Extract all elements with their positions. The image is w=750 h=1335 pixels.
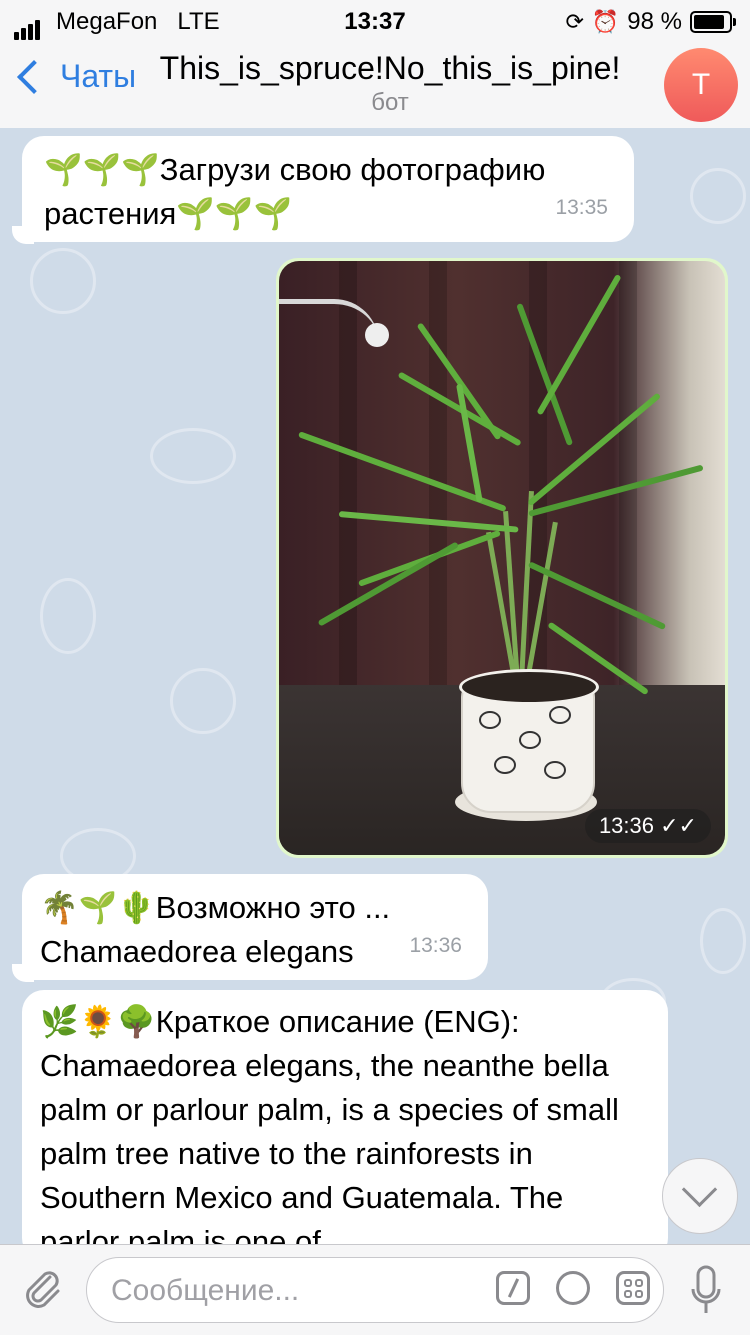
avatar[interactable]: T — [664, 48, 738, 122]
plant-emoji: 🌱🌱🌱 — [176, 196, 293, 232]
paperclip-icon[interactable] — [20, 1265, 64, 1309]
battery-icon — [690, 11, 736, 33]
chat-header: Чаты This_is_spruce!No_this_is_pine! бот… — [0, 40, 750, 129]
message-time: 13:36 — [598, 813, 654, 838]
chat-title: This_is_spruce!No_this_is_pine! — [159, 50, 621, 86]
back-button[interactable]: Чаты — [14, 58, 136, 95]
message-placeholder: Сообщение... — [111, 1274, 300, 1307]
message-time: 13:35 — [555, 196, 608, 219]
input-bar: Сообщение... — [0, 1244, 750, 1335]
chat-title-area[interactable]: This_is_spruce!No_this_is_pine! бот — [140, 50, 640, 117]
plant-photo[interactable]: 13:36 ✓✓ — [279, 261, 725, 855]
message-text: растения — [44, 196, 177, 231]
read-checkmarks-icon: ✓✓ — [660, 814, 697, 839]
scroll-down-button[interactable] — [662, 1158, 738, 1234]
chevron-left-icon — [17, 59, 51, 94]
plant-emoji: 🌱🌱🌱 — [44, 152, 160, 188]
keyboard-grid-icon[interactable] — [616, 1271, 650, 1305]
battery-percent: 98 % — [627, 8, 682, 35]
description-text: Chamaedorea elegans, the neanthe bella p… — [40, 1048, 619, 1259]
message-bubble[interactable]: 🌿🌻🌳Краткое описание (ENG): Chamaedorea e… — [22, 990, 668, 1260]
chat-subtitle: бот — [371, 89, 409, 116]
message-bubble[interactable]: 🌱🌱🌱Загрузи свою фотографию растения🌱🌱🌱 1… — [22, 136, 634, 242]
back-label: Чаты — [60, 58, 137, 94]
message-time: 13:36 — [409, 934, 462, 957]
photo-time-badge: 13:36 ✓✓ — [584, 809, 711, 843]
message-text: Загрузи свою фотографию — [159, 152, 546, 187]
sticker-icon[interactable] — [556, 1271, 590, 1305]
orientation-lock-icon: ⟳ — [565, 9, 584, 35]
microphone-icon[interactable] — [690, 1263, 722, 1319]
message-text: Chamaedorea elegans — [40, 934, 354, 969]
plant-emoji: 🌴🌱🌵 — [40, 890, 156, 926]
message-text: Возможно это ... — [155, 890, 391, 925]
bot-commands-icon[interactable] — [496, 1271, 530, 1305]
message-bubble[interactable]: 🌴🌱🌵Возможно это ... Chamaedorea elegans … — [22, 874, 488, 980]
alarm-icon: ⏰ — [591, 9, 620, 35]
status-bar: MegaFon LTE 13:37 ⟳ ⏰ 98 % — [0, 0, 750, 40]
description-heading: Краткое описание (ENG): — [155, 1004, 520, 1039]
photo-message[interactable]: 13:36 ✓✓ — [276, 258, 728, 858]
plant-emoji: 🌿🌻🌳 — [40, 1004, 156, 1040]
